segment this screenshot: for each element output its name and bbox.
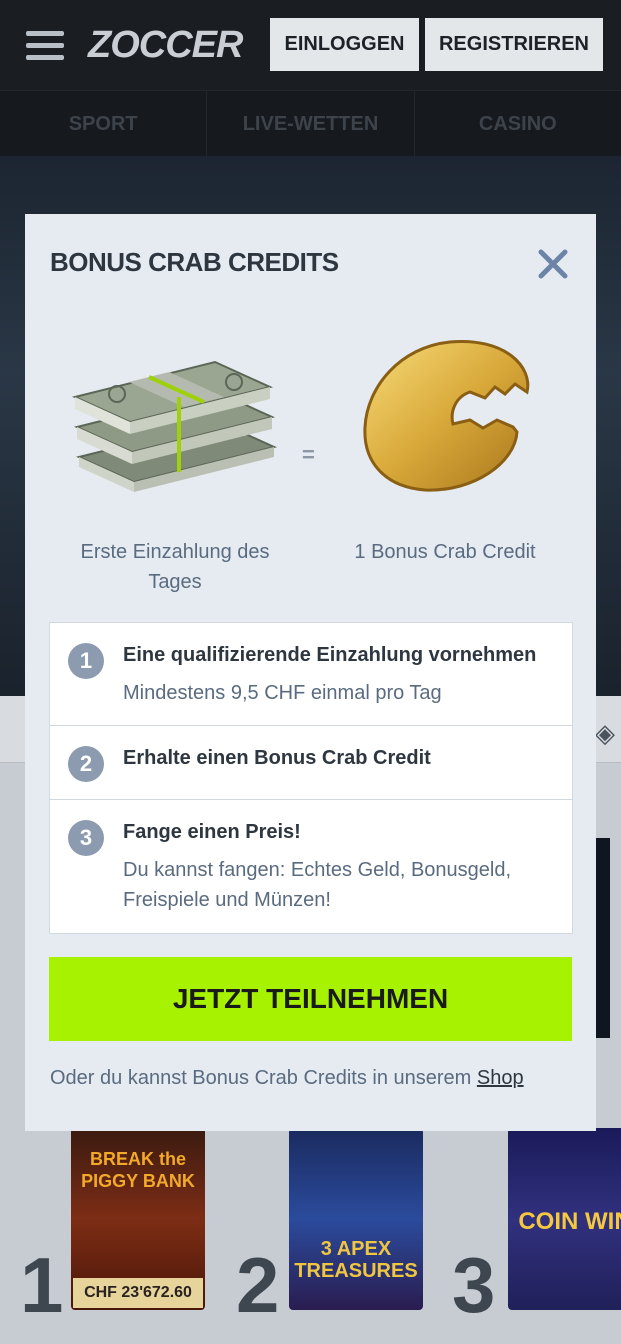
step-number-badge: 1	[68, 643, 104, 679]
game-title: BREAK the PIGGY BANK	[81, 1149, 195, 1191]
diamond-icon[interactable]: ◈	[595, 718, 615, 749]
list-item: 2 Erhalte einen Bonus Crab Credit	[50, 726, 572, 800]
step-description: Mindestens 9,5 CHF einmal pro Tag	[123, 682, 442, 704]
caption-first-deposit: Erste Einzahlung des Tages	[80, 541, 270, 593]
caption-bonus-credit: 1 Bonus Crab Credit	[354, 541, 536, 563]
steps-list: 1 Eine qualifizierende Einzahlung vorneh…	[49, 622, 573, 934]
rank-number: 1	[20, 1241, 64, 1329]
register-button[interactable]: REGISTRIEREN	[425, 18, 603, 71]
step-title: Eine qualifizierende Einzahlung vornehme…	[123, 644, 537, 666]
step-description: Du kannst fangen: Echtes Geld, Bonusgeld…	[123, 859, 512, 911]
list-item: 3 Fange einen Preis! Du kannst fangen: E…	[50, 800, 572, 933]
nav-item-casino[interactable]: CASINO	[415, 91, 621, 157]
logo[interactable]: ZOCCER	[88, 24, 243, 67]
rank-number: 2	[236, 1241, 280, 1329]
game-tile-coin-win[interactable]: COIN WIN	[508, 1128, 621, 1310]
nav-item-live-wetten[interactable]: LIVE-WETTEN	[207, 91, 415, 157]
equals-sign: =	[302, 442, 315, 467]
crab-credit-coin-icon	[363, 339, 530, 492]
footnote-text: Oder du kannst Bonus Crab Credits in uns…	[50, 1067, 477, 1089]
top-header: ZOCCER EINLOGGEN REGISTRIEREN	[0, 0, 621, 90]
money-stack-icon	[71, 360, 278, 492]
shop-footnote: Oder du kannst Bonus Crab Credits in uns…	[50, 1067, 524, 1090]
nav-item-sport[interactable]: SPORT	[0, 91, 208, 157]
jackpot-badge: CHF 23'672.60	[73, 1278, 203, 1308]
rank-number: 3	[452, 1241, 496, 1329]
game-title: 3 APEX TREASURES	[294, 1238, 418, 1282]
side-card[interactable]	[596, 838, 610, 1038]
main-nav: SPORT LIVE-WETTEN CASINO	[0, 90, 621, 157]
list-item: 1 Eine qualifizierende Einzahlung vorneh…	[50, 623, 572, 726]
close-icon[interactable]	[533, 244, 573, 284]
game-title: COIN WIN	[518, 1208, 621, 1235]
step-number-badge: 3	[68, 820, 104, 856]
game-tile-apex-treasures[interactable]: 3 APEX TREASURES	[289, 1128, 423, 1310]
join-now-button[interactable]: JETZT TEILNEHMEN	[49, 957, 572, 1041]
step-number-badge: 2	[68, 746, 104, 782]
shop-link[interactable]: Shop	[477, 1067, 524, 1089]
bonus-modal: BONUS CRAB CREDITS = Erste Einzahlung de…	[25, 214, 596, 1131]
modal-title: BONUS CRAB CREDITS	[50, 247, 339, 277]
step-title: Fange einen Preis!	[123, 821, 301, 843]
step-title: Erhalte einen Bonus Crab Credit	[123, 747, 431, 769]
login-button[interactable]: EINLOGGEN	[270, 18, 419, 71]
menu-icon[interactable]	[26, 31, 64, 61]
